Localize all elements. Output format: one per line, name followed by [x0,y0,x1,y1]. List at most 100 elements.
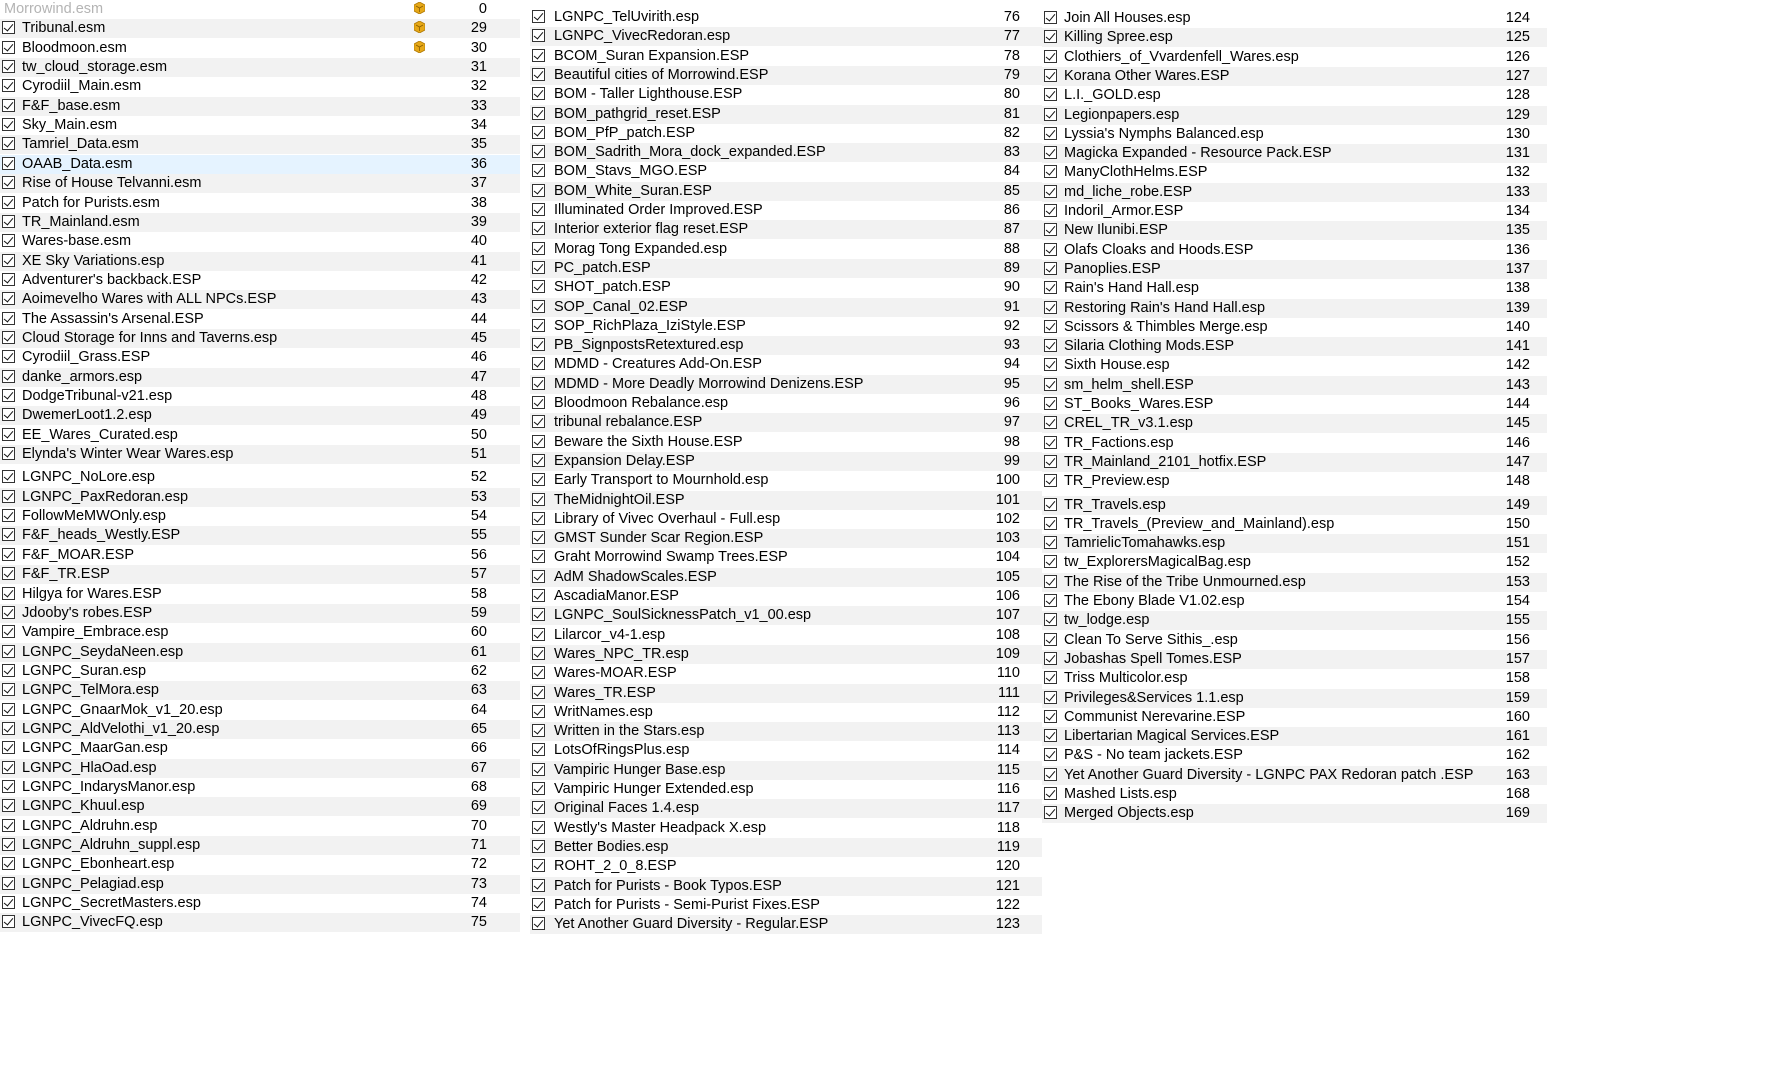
plugin-row[interactable]: SOP_RichPlaza_IziStyle.ESP 92 [530,317,1042,336]
plugin-checkbox[interactable] [532,511,545,525]
plugin-row[interactable]: Mashed Lists.esp 168 [1042,785,1547,804]
plugin-row[interactable]: Expansion Delay.ESP 99 [530,451,1042,471]
plugin-row[interactable]: Wares-base.esm 40 [0,232,520,251]
plugin-row[interactable]: ManyClothHelms.ESP 132 [1042,163,1547,182]
plugin-checkbox[interactable] [532,743,545,757]
plugin-checkbox[interactable] [1044,435,1057,449]
plugin-checkbox[interactable] [532,608,545,622]
plugin-checkbox[interactable] [532,453,545,467]
plugin-row[interactable]: BOM_White_Suran.ESP 85 [530,181,1042,201]
plugin-row[interactable]: OAAB_Data.esm 36 [0,154,520,174]
plugin-checkbox[interactable] [2,98,15,112]
plugin-row[interactable]: TR_Travels.esp 149 [1042,495,1547,515]
plugin-row[interactable]: Jdooby's robes.ESP 59 [0,603,520,623]
plugin-row[interactable]: Adventurer's backback.ESP 42 [0,271,520,290]
plugin-row[interactable]: TR_Mainland.esm 39 [0,212,520,232]
plugin-row[interactable]: LGNPC_GnaarMok_v1_20.esp 64 [0,701,520,720]
plugin-row[interactable]: Early Transport to Mournhold.esp 100 [530,471,1042,490]
plugin-row[interactable]: sm_helm_shell.ESP 143 [1042,375,1547,395]
plugin-row[interactable]: LGNPC_TelUvirith.esp 76 [530,8,1042,27]
plugin-row[interactable]: Elynda's Winter Wear Wares.esp 51 [0,445,520,465]
plugin-row[interactable]: Better Bodies.esp 119 [530,837,1042,857]
plugin-row[interactable]: TamrielicTomahawks.esp 151 [1042,534,1547,554]
plugin-checkbox[interactable] [2,760,15,774]
plugin-row[interactable]: Tamriel_Data.esm 35 [0,135,520,155]
plugin-row[interactable]: Vampire_Embrace.esp 60 [0,623,520,642]
plugin-row[interactable]: Vampiric Hunger Extended.esp 116 [530,780,1042,799]
plugin-checkbox[interactable] [2,509,15,523]
plugin-row[interactable]: Panoplies.ESP 137 [1042,259,1547,279]
plugin-checkbox[interactable] [2,21,15,35]
plugin-checkbox[interactable] [2,702,15,716]
plugin-checkbox[interactable] [1044,594,1057,607]
plugin-row[interactable]: New Ilunibi.ESP 135 [1042,221,1547,241]
plugin-row[interactable]: TR_Travels_(Preview_and_Mainland).esp 150 [1042,515,1547,534]
plugin-row[interactable]: Communist Nerevarine.ESP 160 [1042,708,1547,727]
plugin-row[interactable]: LGNPC_Khuul.esp 69 [0,797,520,817]
plugin-checkbox[interactable] [532,87,545,101]
plugin-checkbox[interactable] [2,253,15,267]
plugin-checkbox[interactable] [532,299,545,313]
plugin-checkbox[interactable] [1044,358,1057,372]
plugin-row[interactable]: ROHT_2_0_8.ESP 120 [530,857,1042,876]
plugin-checkbox[interactable] [532,415,545,429]
plugin-row[interactable]: PB_SignpostsRetextured.esp 93 [530,336,1042,356]
plugin-row[interactable]: Original Faces 1.4.esp 117 [530,799,1042,819]
plugin-checkbox[interactable] [2,292,15,306]
plugin-checkbox[interactable] [2,369,15,383]
plugin-checkbox[interactable] [2,330,15,344]
plugin-row[interactable]: Yet Another Guard Diversity - Regular.ES… [530,915,1042,935]
plugin-row[interactable]: Beautiful cities of Morrowind.ESP 79 [530,65,1042,85]
plugin-checkbox[interactable] [1044,574,1057,588]
plugin-row[interactable]: Indoril_Armor.ESP 134 [1042,202,1547,221]
plugin-checkbox[interactable] [1044,787,1057,800]
plugin-checkbox[interactable] [1044,319,1057,333]
plugin-checkbox[interactable] [532,531,545,545]
plugin-row[interactable]: Lilarcor_v4-1.esp 108 [530,626,1042,645]
plugin-row[interactable]: Morrowind.esm 0 [0,0,520,19]
plugin-checkbox[interactable] [1044,242,1057,256]
plugin-row[interactable]: Cyrodiil_Grass.ESP 46 [0,348,520,367]
plugin-checkbox[interactable] [2,214,15,228]
plugin-row[interactable]: Clothiers_of_Vvardenfell_Wares.esp 126 [1042,48,1547,67]
plugin-row[interactable]: CREL_TR_v3.1.esp 145 [1042,414,1547,434]
plugin-checkbox[interactable] [2,799,15,813]
plugin-row[interactable]: MDMD - More Deadly Morrowind Denizens.ES… [530,374,1042,394]
plugin-row[interactable]: LGNPC_SeydaNeen.esp 61 [0,642,520,662]
plugin-row[interactable]: LGNPC_HlaOad.esp 67 [0,758,520,778]
plugin-row[interactable]: GMST Sunder Scar Region.ESP 103 [530,529,1042,549]
plugin-checkbox[interactable] [1044,671,1057,685]
plugin-row[interactable]: TR_Factions.esp 146 [1042,434,1547,453]
plugin-checkbox[interactable] [532,67,545,81]
plugin-checkbox[interactable] [1044,261,1057,275]
plugin-checkbox[interactable] [532,473,545,487]
plugin-row[interactable]: Olafs Cloaks and Hoods.ESP 136 [1042,241,1547,260]
plugin-checkbox[interactable] [1044,536,1057,550]
plugin-row[interactable]: Privileges&Services 1.1.esp 159 [1042,688,1547,708]
plugin-row[interactable]: tw_cloud_storage.esm 31 [0,58,520,78]
plugin-checkbox[interactable] [1044,204,1057,217]
plugin-row[interactable]: Interior exterior flag reset.ESP 87 [530,220,1042,240]
plugin-checkbox[interactable] [532,685,545,699]
plugin-checkbox[interactable] [2,741,15,755]
plugin-row[interactable]: Patch for Purists - Book Typos.ESP 121 [530,876,1042,896]
plugin-row[interactable]: Rain's Hand Hall.esp 138 [1042,279,1547,298]
plugin-row[interactable]: md_liche_robe.ESP 133 [1042,182,1547,202]
plugin-checkbox[interactable] [1044,68,1057,82]
plugin-row[interactable]: Tribunal.esm 29 [0,19,520,39]
plugin-row[interactable]: Jobashas Spell Tomes.ESP 157 [1042,649,1547,669]
plugin-checkbox[interactable] [1044,397,1057,410]
plugin-checkbox[interactable] [532,782,545,795]
plugin-checkbox[interactable] [2,489,15,503]
plugin-row[interactable]: SOP_Canal_02.ESP 91 [530,297,1042,317]
plugin-checkbox[interactable] [2,60,15,74]
plugin-checkbox[interactable] [1044,555,1057,569]
plugin-row[interactable]: Cloud Storage for Inns and Taverns.esp 45 [0,328,520,348]
plugin-row[interactable]: Triss Multicolor.esp 158 [1042,669,1547,688]
plugin-row[interactable]: Lyssia's Nymphs Balanced.esp 130 [1042,125,1547,144]
plugin-row[interactable]: F&F_base.esm 33 [0,96,520,116]
plugin-row[interactable]: PC_patch.ESP 89 [530,258,1042,278]
plugin-row[interactable]: LotsOfRingsPlus.esp 114 [530,741,1042,760]
plugin-checkbox[interactable] [2,547,15,561]
plugin-checkbox[interactable] [2,350,15,364]
